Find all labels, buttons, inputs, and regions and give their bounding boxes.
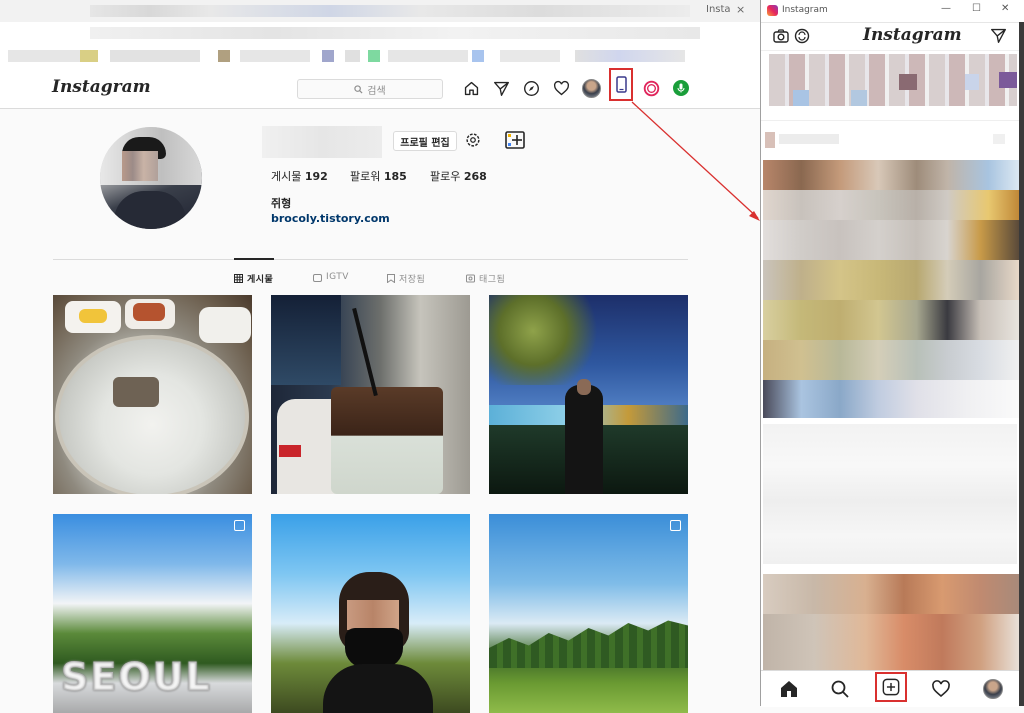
add-content-icon[interactable]	[505, 131, 525, 149]
profile-avatar[interactable]	[983, 679, 1003, 699]
feed-username-blurred	[779, 134, 839, 144]
username-blurred	[262, 126, 382, 158]
post-selfie-mask[interactable]	[271, 514, 470, 713]
igtv-icon	[313, 273, 322, 282]
post-night-river[interactable]	[489, 295, 688, 494]
home-icon[interactable]	[779, 679, 799, 699]
window-title: Instagram	[782, 5, 828, 15]
feed-avatar[interactable]	[765, 132, 775, 148]
active-tab-indicator	[234, 258, 274, 260]
post-noodle-soup[interactable]	[53, 295, 252, 494]
instagram-app-icon	[767, 5, 778, 16]
divider	[761, 120, 1019, 121]
window-titlebar: Instagram — ☐ ✕	[761, 0, 1024, 23]
post-forest-sky[interactable]	[489, 514, 688, 713]
post-seoul-sign[interactable]: SEOUL	[53, 514, 252, 713]
tab-igtv[interactable]: IGTV	[313, 272, 349, 282]
grid-icon	[234, 274, 243, 283]
mobile-instagram-window: Instagram — ☐ ✕ Instagram	[760, 0, 1024, 707]
bookmark-icon	[387, 274, 395, 283]
posts-stat: 게시물 192	[271, 170, 328, 183]
maximize-button[interactable]: ☐	[972, 3, 981, 14]
followers-stat[interactable]: 팔로워 185	[350, 168, 407, 184]
seoul-sign-letters: SEOUL	[61, 654, 231, 700]
mobile-bottom-nav	[761, 670, 1019, 707]
heart-icon[interactable]	[931, 679, 951, 699]
profile-name: 쥐형	[271, 197, 292, 210]
igtv-icon[interactable]	[794, 28, 810, 44]
feed-next-post-image[interactable]	[763, 574, 1019, 670]
search-icon[interactable]	[830, 679, 850, 699]
feed-post-caption-blurred	[763, 424, 1017, 564]
feed-more-icon[interactable]	[993, 134, 1005, 144]
new-post-icon[interactable]	[875, 672, 907, 702]
post-iced-coffee[interactable]	[271, 295, 470, 494]
camera-icon[interactable]	[773, 28, 789, 44]
profile-website-link[interactable]: brocoly.tistory.com	[271, 212, 390, 225]
mobile-header: Instagram	[761, 22, 1019, 51]
minimize-button[interactable]: —	[941, 3, 951, 14]
tabs-divider	[53, 259, 688, 260]
close-window-button[interactable]: ✕	[1001, 3, 1009, 14]
multi-photo-icon	[670, 520, 681, 531]
window-scrollbar[interactable]	[1019, 22, 1024, 706]
profile-avatar-large[interactable]	[100, 127, 202, 229]
multi-photo-icon	[234, 520, 245, 531]
svg-text:SEOUL: SEOUL	[61, 655, 212, 696]
stories-tray[interactable]	[769, 54, 1017, 106]
settings-gear-icon[interactable]	[464, 131, 482, 149]
following-stat[interactable]: 팔로우 268	[430, 168, 487, 184]
tab-tagged[interactable]: 태그됨	[466, 272, 505, 285]
tab-saved[interactable]: 저장됨	[387, 272, 425, 285]
tab-posts[interactable]: 게시물	[234, 272, 273, 285]
edit-profile-button[interactable]: 프로필 편집	[393, 131, 457, 151]
feed-post-image[interactable]	[763, 160, 1019, 418]
tag-icon	[466, 274, 475, 283]
direct-message-icon[interactable]	[990, 27, 1007, 44]
mobile-instagram-logo[interactable]: Instagram	[863, 25, 962, 45]
